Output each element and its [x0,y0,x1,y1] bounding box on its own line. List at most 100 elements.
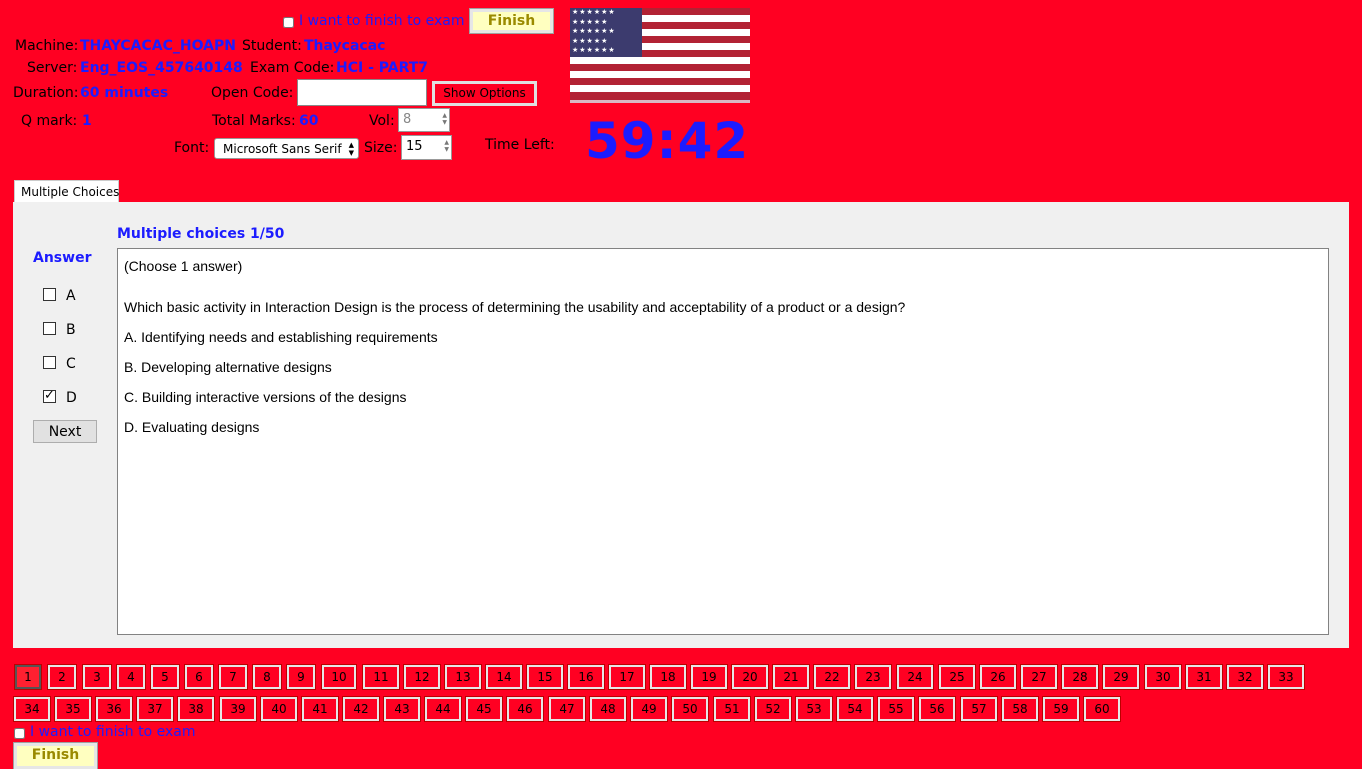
exam-code-label: Exam Code: [250,60,335,76]
open-code-label: Open Code: [211,85,294,101]
question-nav-button-24[interactable]: 24 [896,664,934,690]
question-nav-button-51[interactable]: 51 [713,696,751,722]
question-nav-button-33[interactable]: 33 [1267,664,1305,690]
answer-b-label[interactable]: B [66,322,76,338]
question-nav-button-56[interactable]: 56 [918,696,956,722]
machine-value: THAYCACAC_HOAPN [80,38,236,54]
answer-c-label[interactable]: C [66,356,76,372]
exam-code-value: HCI - PART7 [336,60,429,76]
question-nav-button-30[interactable]: 30 [1144,664,1182,690]
question-nav-button-26[interactable]: 26 [979,664,1017,690]
next-button[interactable]: Next [33,420,97,443]
question-nav-button-31[interactable]: 31 [1185,664,1223,690]
question-nav-button-14[interactable]: 14 [485,664,523,690]
question-nav-button-38[interactable]: 38 [177,696,215,722]
question-nav-button-7[interactable]: 7 [218,664,248,690]
question-nav-button-46[interactable]: 46 [506,696,544,722]
question-nav-button-49[interactable]: 49 [630,696,668,722]
finish-exam-label[interactable]: I want to finish to exam [299,13,465,29]
question-nav-button-3[interactable]: 3 [82,664,112,690]
question-nav-button-43[interactable]: 43 [383,696,421,722]
show-options-button[interactable]: Show Options [432,81,537,106]
question-nav-button-13[interactable]: 13 [444,664,482,690]
duration-value: 60 minutes [80,85,169,101]
question-nav-button-34[interactable]: 34 [13,696,51,722]
answer-a-label[interactable]: A [66,288,76,304]
student-label: Student: [242,38,302,54]
question-nav-button-39[interactable]: 39 [219,696,257,722]
qmark-label: Q mark: [21,113,78,129]
question-nav-button-12[interactable]: 12 [403,664,441,690]
size-stepper[interactable]: 15 ▲ ▼ [401,135,452,160]
question-nav-button-11[interactable]: 11 [362,664,400,690]
question-nav-button-28[interactable]: 28 [1061,664,1099,690]
question-nav-button-21[interactable]: 21 [772,664,810,690]
question-nav-button-4[interactable]: 4 [116,664,146,690]
question-nav-button-10[interactable]: 10 [321,664,357,690]
question-nav-button-20[interactable]: 20 [731,664,769,690]
font-label: Font: [174,140,210,156]
question-nav-button-9[interactable]: 9 [286,664,316,690]
stepper-arrows-icon[interactable]: ▲ ▼ [442,112,447,126]
flag-stars: ★★★★★★ ★★★★★ ★★★★★★ ★★★★★ ★★★★★★ [570,8,642,57]
question-nav-button-1[interactable]: 1 [14,664,42,690]
us-flag-icon: ★★★★★★ ★★★★★ ★★★★★★ ★★★★★ ★★★★★★ [570,8,750,103]
font-select[interactable]: Microsoft Sans Serif ▲ ▼ [214,138,359,159]
question-nav-button-18[interactable]: 18 [649,664,687,690]
duration-label: Duration: [13,85,79,101]
question-nav-button-53[interactable]: 53 [795,696,833,722]
question-nav-button-60[interactable]: 60 [1083,696,1121,722]
question-nav-button-45[interactable]: 45 [465,696,503,722]
question-nav-button-54[interactable]: 54 [836,696,874,722]
question-nav-button-40[interactable]: 40 [260,696,298,722]
question-nav-button-50[interactable]: 50 [671,696,709,722]
tab-multiple-choices[interactable]: Multiple Choices [14,180,119,203]
question-nav-button-23[interactable]: 23 [854,664,892,690]
vol-stepper[interactable]: 8 ▲ ▼ [398,108,450,132]
question-nav-button-25[interactable]: 25 [938,664,976,690]
question-nav-button-27[interactable]: 27 [1020,664,1058,690]
question-nav-button-5[interactable]: 5 [150,664,180,690]
question-nav-button-32[interactable]: 32 [1226,664,1264,690]
question-nav-button-6[interactable]: 6 [184,664,214,690]
question-nav-button-22[interactable]: 22 [813,664,851,690]
question-nav-button-19[interactable]: 19 [690,664,728,690]
stepper-arrows-icon[interactable]: ▲ ▼ [444,139,449,153]
question-instruction: (Choose 1 answer) [124,258,243,274]
question-nav-button-15[interactable]: 15 [526,664,564,690]
question-nav-button-29[interactable]: 29 [1102,664,1140,690]
question-nav-button-36[interactable]: 36 [95,696,133,722]
finish-exam-checkbox[interactable] [283,17,294,28]
bottom-finish-button[interactable]: Finish [13,742,98,769]
bottom-finish-exam-label[interactable]: I want to finish to exam [30,724,196,740]
question-nav-button-47[interactable]: 47 [548,696,586,722]
font-select-value: Microsoft Sans Serif [223,142,342,156]
qmark-value: 1 [82,113,92,129]
question-header: Multiple choices 1/50 [117,226,285,242]
question-nav-button-37[interactable]: 37 [136,696,174,722]
open-code-input[interactable] [297,79,427,106]
answer-d-checkbox[interactable]: ✓ [43,389,56,403]
question-nav-button-17[interactable]: 17 [608,664,646,690]
answer-a-checkbox[interactable] [43,288,56,301]
answer-d-label[interactable]: D [66,390,77,406]
question-nav-button-16[interactable]: 16 [567,664,605,690]
question-nav-button-58[interactable]: 58 [1001,696,1039,722]
question-nav-button-8[interactable]: 8 [252,664,282,690]
answer-b-checkbox[interactable] [43,322,56,335]
question-nav-button-52[interactable]: 52 [754,696,792,722]
size-label: Size: [364,140,398,156]
question-nav-button-41[interactable]: 41 [301,696,339,722]
question-nav-button-59[interactable]: 59 [1042,696,1080,722]
question-nav-button-2[interactable]: 2 [47,664,77,690]
total-marks-value: 60 [299,113,319,129]
question-nav-button-44[interactable]: 44 [424,696,462,722]
question-nav-button-42[interactable]: 42 [342,696,380,722]
finish-button[interactable]: Finish [469,8,554,34]
question-nav-button-48[interactable]: 48 [589,696,627,722]
answer-c-checkbox[interactable] [43,356,56,369]
question-nav-button-35[interactable]: 35 [54,696,92,722]
question-nav-button-57[interactable]: 57 [960,696,998,722]
question-nav-button-55[interactable]: 55 [877,696,915,722]
bottom-finish-exam-checkbox[interactable] [14,728,25,739]
